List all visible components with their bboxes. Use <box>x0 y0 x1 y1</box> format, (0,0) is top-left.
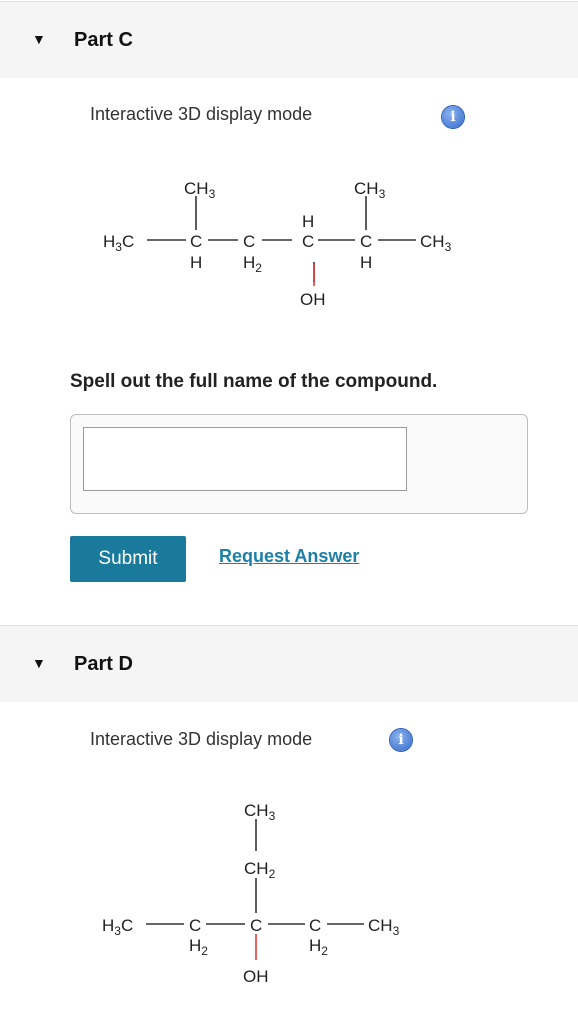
question-text: Spell out the full name of the compound. <box>70 371 438 392</box>
h2-label: H2 <box>309 936 328 958</box>
h2-label: H2 <box>189 936 208 958</box>
part-d-mode-label: Interactive 3D display mode <box>90 729 313 749</box>
oh-label: OH <box>300 290 326 309</box>
h3c-label: H3C <box>103 232 134 254</box>
ch3-label: CH3 <box>244 801 276 823</box>
ch3-label: CH3 <box>368 916 400 938</box>
ch3-label: CH3 <box>354 179 386 201</box>
carbon-label: C <box>250 916 262 935</box>
answer-input[interactable] <box>83 427 407 491</box>
request-answer-link[interactable]: Request Answer <box>219 546 359 567</box>
answer-container <box>70 414 528 514</box>
carbon-label: C <box>189 916 201 935</box>
hydrogen-label: H <box>360 253 372 272</box>
h3c-label: H3C <box>102 916 133 938</box>
part-d-header[interactable]: ▼ Part D <box>0 625 578 702</box>
carbon-label: C <box>302 232 314 251</box>
ch2-label: CH2 <box>244 859 276 881</box>
ch3-label: CH3 <box>420 232 452 254</box>
part-d-structure: CH3 CH2 H3C C H2 C C H2 CH3 OH <box>102 801 400 986</box>
part-d-title: Part D <box>74 653 133 675</box>
oh-label: OH <box>243 967 269 986</box>
part-c-structure: CH3 CH3 H3C C H C H2 H C C H CH3 OH <box>103 179 452 309</box>
info-icon[interactable]: i <box>390 729 412 751</box>
hydrogen-label: H <box>190 253 202 272</box>
ch3-label: CH3 <box>184 179 216 201</box>
carbon-label: C <box>360 232 372 251</box>
carbon-label: C <box>243 232 255 251</box>
carbon-label: C <box>309 916 321 935</box>
h2-label: H2 <box>243 253 262 275</box>
submit-button[interactable]: Submit <box>70 536 186 582</box>
carbon-label: C <box>190 232 202 251</box>
caret-down-icon[interactable]: ▼ <box>32 655 46 671</box>
hydrogen-label: H <box>302 212 314 231</box>
